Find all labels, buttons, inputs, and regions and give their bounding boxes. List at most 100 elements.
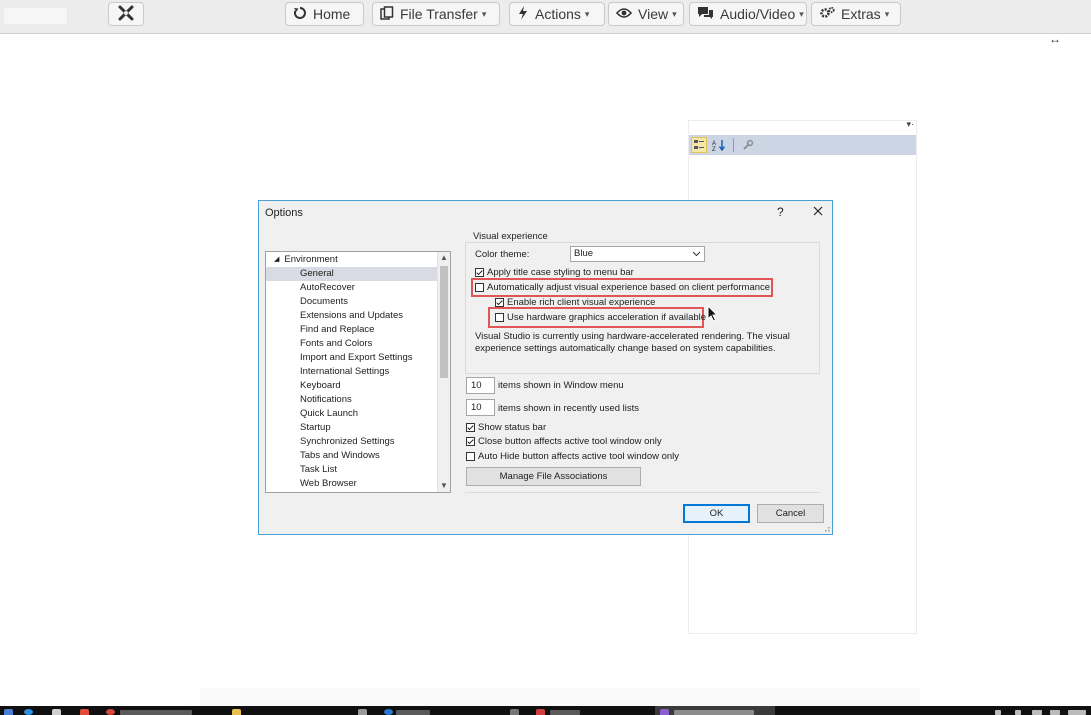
file-transfer-label: File Transfer xyxy=(400,6,478,22)
tray-icon[interactable] xyxy=(1015,710,1021,715)
recent-lists-count-input[interactable]: 10 xyxy=(466,399,495,416)
manage-file-associations-button[interactable]: Manage File Associations xyxy=(466,467,641,486)
apply-title-case-checkbox[interactable]: Apply title case styling to menu bar xyxy=(475,266,634,278)
auto-adjust-checkbox[interactable]: Automatically adjust visual experience b… xyxy=(475,281,770,293)
sort-alphabetical-icon[interactable]: AZ xyxy=(711,137,727,153)
tree-item-general[interactable]: General xyxy=(266,267,438,281)
close-button[interactable] xyxy=(807,202,829,222)
scroll-down-icon[interactable]: ▼ xyxy=(438,480,450,492)
home-label: Home xyxy=(313,6,351,22)
tray-icon[interactable] xyxy=(1068,710,1086,715)
show-status-bar-checkbox[interactable]: Show status bar xyxy=(466,421,546,433)
checkbox-box[interactable] xyxy=(466,422,475,432)
checkbox-box[interactable] xyxy=(466,451,475,461)
background-strip xyxy=(200,688,920,706)
cancel-button[interactable]: Cancel xyxy=(757,504,824,523)
window-menu-count-input[interactable]: 10 xyxy=(466,377,495,394)
file-transfer-button[interactable]: File Transfer ▾ xyxy=(372,2,500,26)
close-button-affects-checkbox[interactable]: Close button affects active tool window … xyxy=(466,435,662,447)
scroll-up-icon[interactable]: ▲ xyxy=(438,252,450,264)
tree-item-keyboard[interactable]: Keyboard xyxy=(266,379,438,393)
color-theme-select[interactable]: Blue xyxy=(570,246,705,262)
edge-icon[interactable] xyxy=(24,709,33,715)
start-icon[interactable] xyxy=(4,709,13,715)
hardware-accel-checkbox[interactable]: Use hardware graphics acceleration if av… xyxy=(495,311,706,323)
dialog-title: Options xyxy=(265,207,303,219)
options-tree[interactable]: ◢ Environment General AutoRecover Documen… xyxy=(265,251,451,493)
tree-item-extensions[interactable]: Extensions and Updates xyxy=(266,309,438,323)
tree-item-fonts-colors[interactable]: Fonts and Colors xyxy=(266,337,438,351)
apply-title-case-label: Apply title case styling to menu bar xyxy=(487,266,634,278)
scroll-thumb[interactable] xyxy=(440,266,448,378)
resize-grip-icon[interactable] xyxy=(822,524,830,532)
rich-client-label: Enable rich client visual experience xyxy=(507,296,656,308)
tray-icon[interactable] xyxy=(1032,710,1042,715)
auto-hide-affects-label: Auto Hide button affects active tool win… xyxy=(478,450,680,462)
options-dialog: Options ? ◢ Environment General AutoRecov… xyxy=(258,200,833,535)
eye-icon xyxy=(615,6,633,22)
ok-button[interactable]: OK xyxy=(683,504,750,523)
pin-icon[interactable]: ▾· xyxy=(906,119,914,130)
explorer-icon[interactable] xyxy=(232,709,241,715)
audio-video-label: Audio/Video xyxy=(720,6,796,22)
help-button[interactable]: ? xyxy=(777,205,784,219)
taskbar-item-text xyxy=(550,710,580,715)
close-session-button[interactable] xyxy=(108,2,144,26)
chrome-icon[interactable] xyxy=(106,709,115,715)
checkbox-box[interactable] xyxy=(475,267,484,277)
app-icon[interactable] xyxy=(384,709,393,715)
tree-root-environment[interactable]: ◢ Environment xyxy=(266,253,338,267)
tree-item-import-export[interactable]: Import and Export Settings xyxy=(266,351,438,365)
hardware-accel-label: Use hardware graphics acceleration if av… xyxy=(507,311,707,323)
rendering-info-text: Visual Studio is currently using hardwar… xyxy=(475,331,790,354)
remote-toolbar: Home File Transfer ▾ Actions ▾ View ▾ Au… xyxy=(0,0,1091,34)
mouse-pointer-icon xyxy=(707,304,719,327)
chat-bubbles-icon xyxy=(697,6,714,23)
auto-hide-affects-checkbox[interactable]: Auto Hide button affects active tool win… xyxy=(466,450,679,462)
taskbar-item-text xyxy=(674,710,754,715)
checkbox-box[interactable] xyxy=(466,436,475,446)
checkbox-box[interactable] xyxy=(495,297,504,307)
app-icon[interactable] xyxy=(536,709,545,715)
app-icon[interactable] xyxy=(80,709,89,715)
windows-taskbar xyxy=(0,706,1091,715)
actions-label: Actions xyxy=(535,6,581,22)
tree-item-autorecover[interactable]: AutoRecover xyxy=(266,281,438,295)
categorized-view-icon[interactable] xyxy=(691,137,707,153)
tray-icon[interactable] xyxy=(995,710,1001,715)
visual-experience-label: Visual experience xyxy=(472,231,549,242)
checkbox-box[interactable] xyxy=(475,282,484,292)
tree-item-notifications[interactable]: Notifications xyxy=(266,393,438,407)
tree-item-quick-launch[interactable]: Quick Launch xyxy=(266,407,438,421)
tree-item-task-list[interactable]: Task List xyxy=(266,463,438,477)
tree-item-tabs-windows[interactable]: Tabs and Windows xyxy=(266,449,438,463)
tray-icon[interactable] xyxy=(1050,710,1060,715)
home-icon xyxy=(293,6,307,23)
audio-video-button[interactable]: Audio/Video ▾ xyxy=(689,2,807,26)
tree-item-synchronized[interactable]: Synchronized Settings xyxy=(266,435,438,449)
view-label: View xyxy=(638,6,669,22)
taskbar-item-text xyxy=(120,710,192,715)
tree-scrollbar[interactable]: ▲ ▼ xyxy=(437,252,450,492)
show-status-bar-label: Show status bar xyxy=(478,421,547,433)
extras-button[interactable]: Extras ▾ xyxy=(811,2,901,26)
tree-item-find-replace[interactable]: Find and Replace xyxy=(266,323,438,337)
tree-item-web-browser[interactable]: Web Browser xyxy=(266,477,438,491)
file-transfer-icon xyxy=(380,5,394,23)
home-button[interactable]: Home xyxy=(285,2,364,26)
app-icon[interactable] xyxy=(510,709,519,715)
wrench-icon[interactable] xyxy=(740,137,756,153)
view-button[interactable]: View ▾ xyxy=(608,2,684,26)
collapse-triangle-icon[interactable]: ◢ xyxy=(274,253,279,267)
window-menu-count-label: items shown in Window menu xyxy=(498,380,624,391)
app-icon[interactable] xyxy=(358,709,367,715)
checkbox-box[interactable] xyxy=(495,312,504,322)
chevron-down-icon xyxy=(692,247,701,266)
actions-caret-icon: ▾ xyxy=(584,8,590,19)
resize-arrows-icon[interactable]: ↔ xyxy=(1049,32,1061,46)
taskview-icon[interactable] xyxy=(52,709,61,715)
tree-item-documents[interactable]: Documents xyxy=(266,295,438,309)
tree-item-international[interactable]: International Settings xyxy=(266,365,438,379)
tree-item-startup[interactable]: Startup xyxy=(266,421,438,435)
actions-button[interactable]: Actions ▾ xyxy=(509,2,605,26)
